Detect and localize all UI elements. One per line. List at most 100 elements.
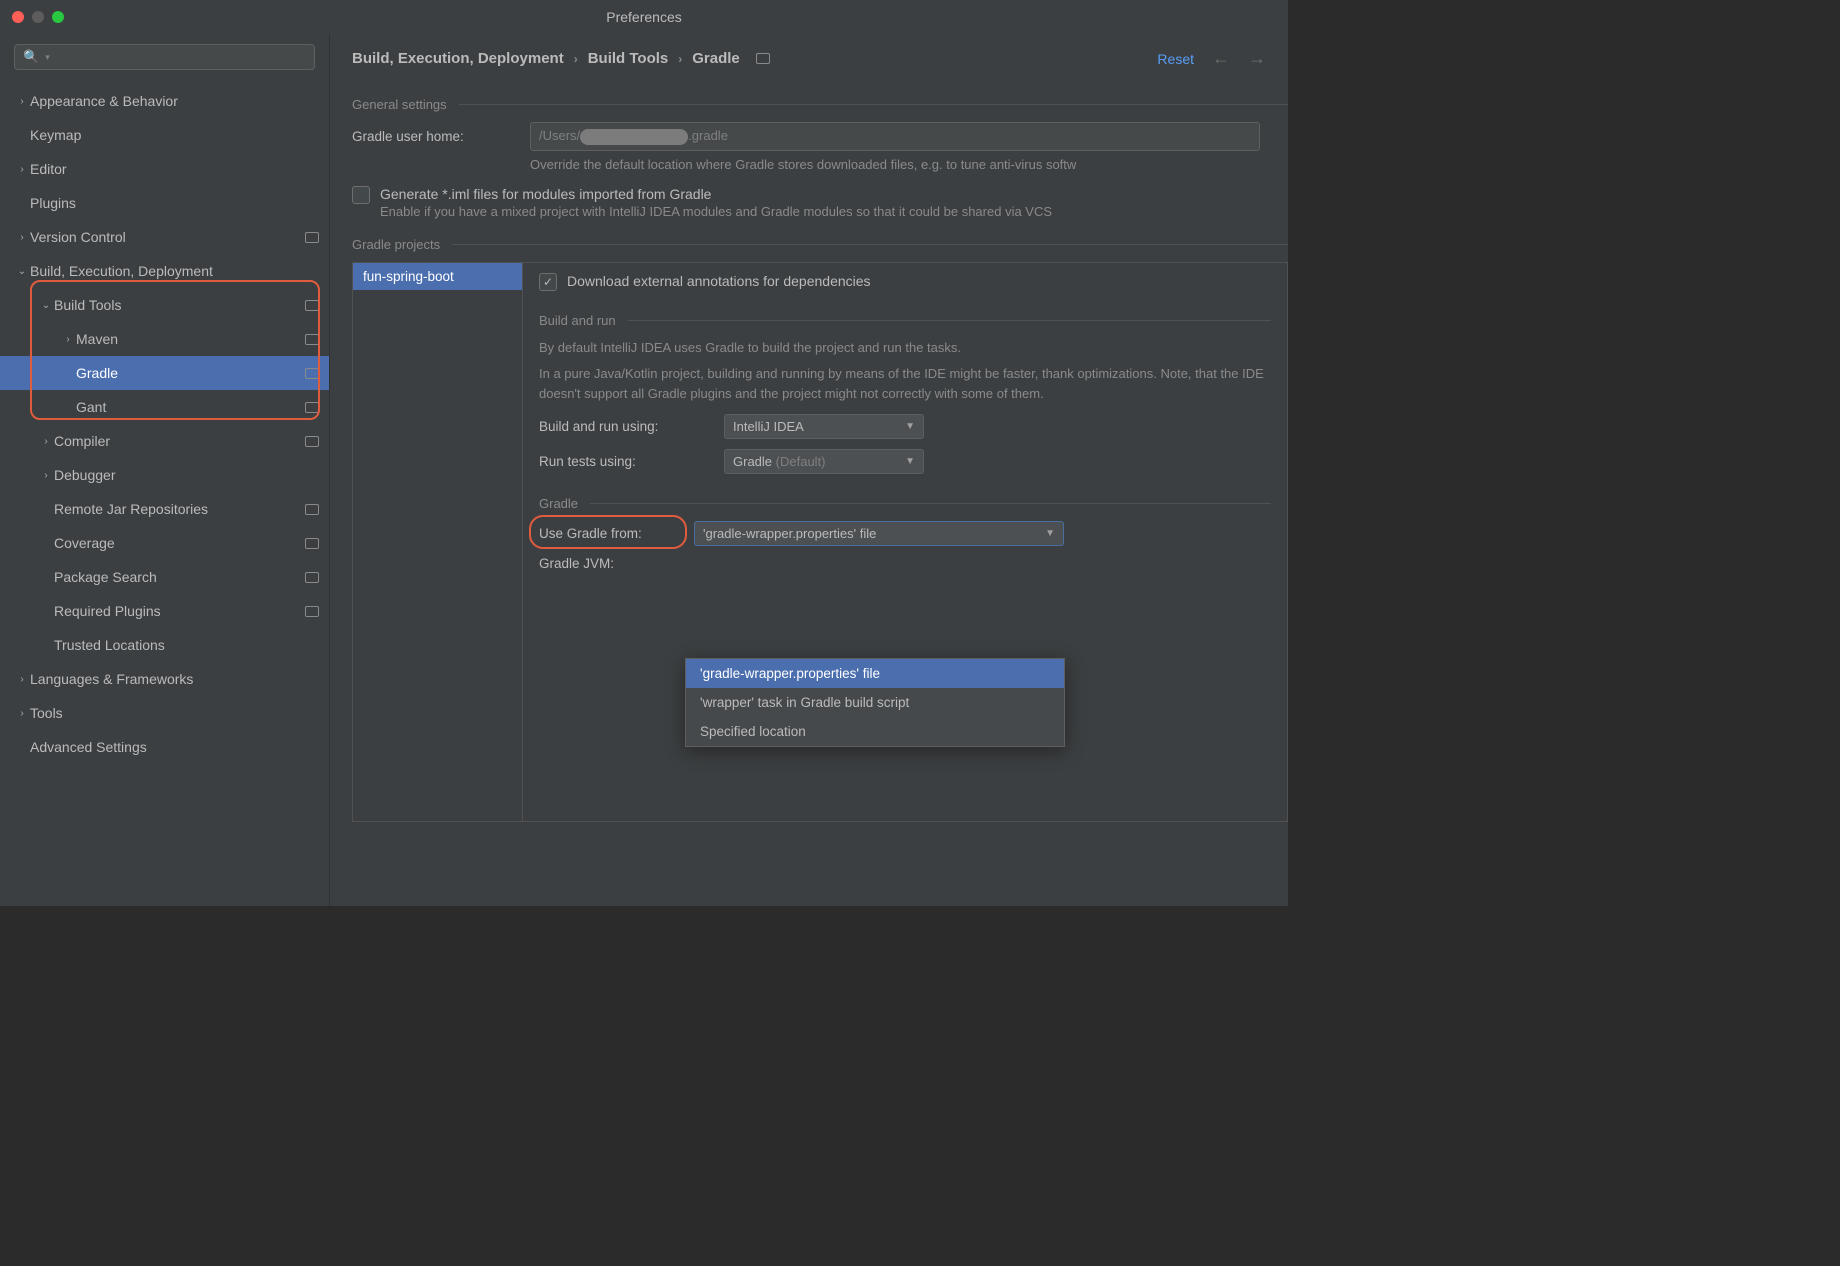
sidebar-item-version-control[interactable]: ›Version Control: [0, 220, 329, 254]
build-run-using-select[interactable]: IntelliJ IDEA ▼: [724, 414, 924, 439]
scope-icon: [305, 436, 319, 447]
sidebar-item-label: Version Control: [30, 229, 299, 245]
search-input[interactable]: 🔍 ▾: [14, 44, 315, 70]
chevron-down-icon: ▼: [1045, 528, 1055, 539]
scope-icon: [305, 538, 319, 549]
row-download-annotations: Download external annotations for depend…: [539, 273, 1271, 291]
use-gradle-from-select[interactable]: 'gradle-wrapper.properties' file ▼: [694, 521, 1064, 546]
settings-body: General settings Gradle user home: /User…: [330, 79, 1288, 906]
sidebar-item-maven[interactable]: ›Maven: [0, 322, 329, 356]
scope-icon: [756, 53, 770, 64]
sidebar-item-languages-frameworks[interactable]: ›Languages & Frameworks: [0, 662, 329, 696]
build-run-para: In a pure Java/Kotlin project, building …: [539, 364, 1271, 404]
sidebar-item-trusted-locations[interactable]: Trusted Locations: [0, 628, 329, 662]
content: 🔍 ▾ ›Appearance & BehaviorKeymap›EditorP…: [0, 34, 1288, 906]
scope-icon: [305, 572, 319, 583]
forward-arrow-icon[interactable]: →: [1248, 48, 1266, 69]
sidebar-item-appearance-behavior[interactable]: ›Appearance & Behavior: [0, 84, 329, 118]
dropdown-option[interactable]: Specified location: [686, 717, 1064, 746]
sidebar-item-label: Remote Jar Repositories: [54, 501, 299, 517]
sidebar-item-label: Plugins: [30, 195, 319, 211]
select-value: Gradle: [733, 454, 772, 469]
chevron-down-icon: ▾: [45, 52, 50, 63]
sidebar-item-debugger[interactable]: ›Debugger: [0, 458, 329, 492]
sidebar-item-label: Editor: [30, 161, 319, 177]
breadcrumb: Build, Execution, Deployment › Build Too…: [352, 50, 770, 67]
header-actions: Reset ← →: [1157, 48, 1266, 69]
main-panel: Build, Execution, Deployment › Build Too…: [330, 34, 1288, 906]
section-label: Gradle: [539, 496, 578, 511]
breadcrumb-item[interactable]: Build, Execution, Deployment: [352, 50, 564, 67]
use-gradle-from-label: Use Gradle from:: [539, 526, 694, 541]
breadcrumb-item[interactable]: Build Tools: [588, 50, 669, 67]
window-title: Preferences: [0, 9, 1288, 25]
build-run-para: By default IntelliJ IDEA uses Gradle to …: [539, 338, 1271, 358]
sidebar-item-build-tools[interactable]: ⌄Build Tools: [0, 288, 329, 322]
row-gradle-jvm: Gradle JVM:: [539, 556, 1271, 571]
sidebar-item-label: Gant: [76, 399, 299, 415]
sidebar-item-label: Build Tools: [54, 297, 299, 313]
generate-iml-checkbox[interactable]: [352, 186, 370, 204]
window-controls: [12, 11, 64, 23]
section-general: General settings: [352, 97, 1288, 112]
download-annotations-checkbox[interactable]: [539, 273, 557, 291]
sidebar-item-label: Required Plugins: [54, 603, 299, 619]
run-tests-using-select[interactable]: Gradle (Default) ▼: [724, 449, 924, 474]
select-value: 'gradle-wrapper.properties' file: [703, 526, 876, 541]
sidebar-item-label: Coverage: [54, 535, 299, 551]
sidebar-item-remote-jar-repositories[interactable]: Remote Jar Repositories: [0, 492, 329, 526]
project-item[interactable]: fun-spring-boot: [353, 263, 522, 290]
sidebar-item-coverage[interactable]: Coverage: [0, 526, 329, 560]
scope-icon: [305, 606, 319, 617]
minimize-button[interactable]: [32, 11, 44, 23]
dropdown-option[interactable]: 'gradle-wrapper.properties' file: [686, 659, 1064, 688]
run-tests-using-label: Run tests using:: [539, 454, 724, 469]
redacted-text: [580, 129, 688, 145]
sidebar-item-tools[interactable]: ›Tools: [0, 696, 329, 730]
sidebar-item-build-execution-deployment[interactable]: ⌄Build, Execution, Deployment: [0, 254, 329, 288]
chevron-right-icon: ›: [60, 334, 76, 345]
select-suffix: (Default): [776, 454, 826, 469]
generate-iml-hint: Enable if you have a mixed project with …: [380, 204, 1052, 219]
close-button[interactable]: [12, 11, 24, 23]
sidebar-item-label: Appearance & Behavior: [30, 93, 319, 109]
chevron-right-icon: ›: [678, 52, 682, 66]
back-arrow-icon[interactable]: ←: [1212, 48, 1230, 69]
sidebar-item-editor[interactable]: ›Editor: [0, 152, 329, 186]
sidebar-item-compiler[interactable]: ›Compiler: [0, 424, 329, 458]
sidebar-item-label: Debugger: [54, 467, 319, 483]
chevron-down-icon: ▼: [905, 421, 915, 432]
sidebar-item-plugins[interactable]: Plugins: [0, 186, 329, 220]
chevron-down-icon: ⌄: [38, 300, 54, 311]
sidebar-item-gradle[interactable]: Gradle: [0, 356, 329, 390]
sidebar-item-gant[interactable]: Gant: [0, 390, 329, 424]
chevron-right-icon: ›: [574, 52, 578, 66]
gradle-user-home-input[interactable]: /Users/.gradle: [530, 122, 1260, 151]
section-gradle-projects: Gradle projects: [352, 237, 1288, 252]
sidebar-item-keymap[interactable]: Keymap: [0, 118, 329, 152]
chevron-right-icon: ›: [38, 470, 54, 481]
search-wrap: 🔍 ▾: [0, 34, 329, 80]
sidebar-item-label: Package Search: [54, 569, 299, 585]
select-value: IntelliJ IDEA: [733, 419, 804, 434]
reset-link[interactable]: Reset: [1157, 51, 1194, 67]
sidebar-item-label: Languages & Frameworks: [30, 671, 319, 687]
chevron-right-icon: ›: [14, 232, 30, 243]
sidebar-item-required-plugins[interactable]: Required Plugins: [0, 594, 329, 628]
row-gradle-user-home: Gradle user home: /Users/.gradle: [352, 122, 1288, 151]
sidebar-item-label: Gradle: [76, 365, 299, 381]
dropdown-option[interactable]: 'wrapper' task in Gradle build script: [686, 688, 1064, 717]
sidebar-item-package-search[interactable]: Package Search: [0, 560, 329, 594]
search-icon: 🔍: [23, 49, 39, 65]
maximize-button[interactable]: [52, 11, 64, 23]
use-gradle-from-dropdown: 'gradle-wrapper.properties' file 'wrappe…: [685, 658, 1065, 747]
section-build-run: Build and run: [539, 313, 1271, 328]
gradle-jvm-label: Gradle JVM:: [539, 556, 694, 571]
sidebar-item-label: Advanced Settings: [30, 739, 319, 755]
scope-icon: [305, 300, 319, 311]
chevron-right-icon: ›: [14, 164, 30, 175]
titlebar: Preferences: [0, 0, 1288, 34]
header: Build, Execution, Deployment › Build Too…: [330, 34, 1288, 79]
section-label: General settings: [352, 97, 447, 112]
sidebar-item-advanced-settings[interactable]: Advanced Settings: [0, 730, 329, 764]
